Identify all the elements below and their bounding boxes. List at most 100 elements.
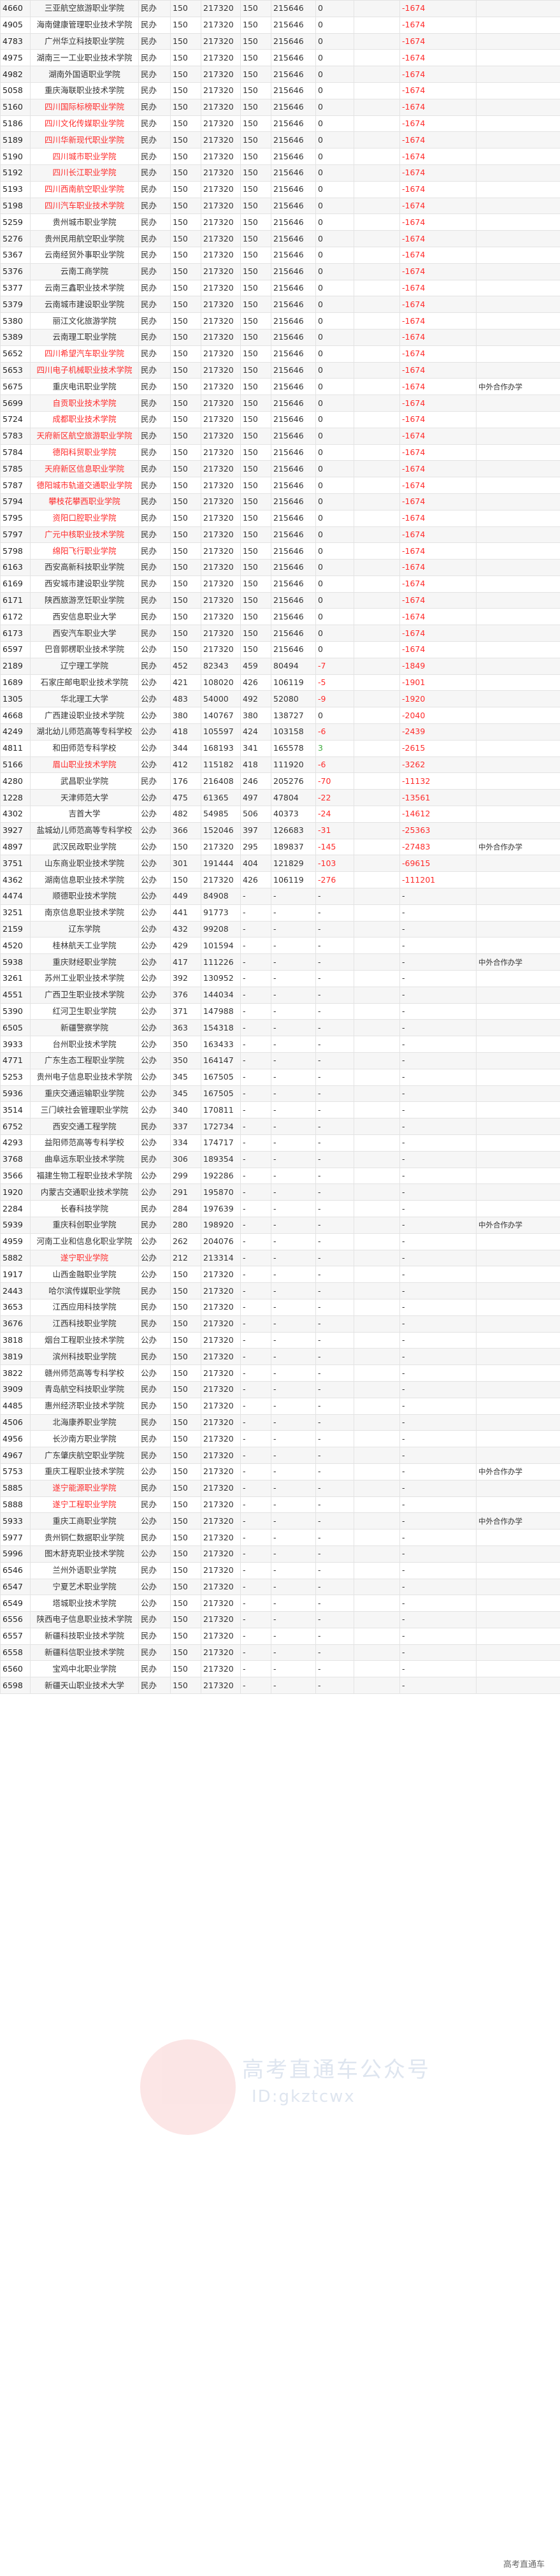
cell-col-6: - — [271, 1380, 316, 1398]
mascot-icon — [140, 2039, 236, 2135]
cell-col-8 — [354, 1183, 400, 1201]
cell-col-7: - — [315, 1627, 354, 1645]
cell-col-2: 民办 — [138, 1282, 171, 1299]
cell-col-5: - — [240, 1479, 271, 1497]
cell-col-2: 公办 — [138, 986, 171, 1004]
cell-col-9: -111201 — [399, 871, 477, 889]
table-row: 5192 四川长江职业学院 民办 150 217320 150 215646 0 -1674 — [0, 164, 560, 182]
cell-col-10 — [476, 1529, 560, 1546]
cell-col-4: 174717 — [201, 1134, 241, 1152]
cell-col-8 — [354, 1118, 400, 1135]
cell-col-9: - — [399, 970, 477, 987]
cell-col-8 — [354, 477, 400, 494]
cell-col-4: 217320 — [201, 279, 241, 297]
cell-col-0: 5367 — [0, 246, 31, 264]
cell-col-9: -1674 — [399, 82, 477, 99]
cell-col-0: 5189 — [0, 131, 31, 149]
cell-col-3: 212 — [170, 1249, 201, 1267]
cell-col-6: 215646 — [271, 33, 316, 50]
cell-col-9: -1674 — [399, 246, 477, 264]
cell-col-9: - — [399, 1118, 477, 1135]
cell-col-6: 215646 — [271, 98, 316, 116]
table-row: 5977 贵州铜仁数据职业学院 民办 150 217320- - - - — [0, 1529, 560, 1546]
cell-col-6: - — [271, 1397, 316, 1415]
cell-col-3: 150 — [170, 33, 201, 50]
cell-col-7: 0 — [315, 641, 354, 658]
cell-col-8 — [354, 1036, 400, 1053]
cell-col-8 — [354, 164, 400, 182]
cell-col-0: 1228 — [0, 789, 31, 807]
cell-col-3: 150 — [170, 1364, 201, 1382]
cell-col-4: 217320 — [201, 1479, 241, 1497]
cell-col-9: -1674 — [399, 378, 477, 396]
table-row: 5160 四川国际标榜职业学院 民办 150 217320 150 215646 0 -1674 — [0, 98, 560, 116]
cell-col-8 — [354, 772, 400, 790]
cell-col-9: -1674 — [399, 0, 477, 17]
cell-col-5: 426 — [240, 871, 271, 889]
table-row: 5699 自贡职业技术学院 民办 150 217320 150 215646 0 -1674 — [0, 394, 560, 412]
cell-col-1: 陕西电子信息职业技术学院 — [30, 1611, 139, 1628]
cell-col-9: - — [399, 1200, 477, 1217]
cell-col-9: -1674 — [399, 328, 477, 346]
cell-col-4: 163433 — [201, 1036, 241, 1053]
cell-col-10 — [476, 772, 560, 790]
cell-col-10 — [476, 115, 560, 133]
cell-col-6: - — [271, 1249, 316, 1267]
cell-col-3: 150 — [170, 871, 201, 889]
cell-col-4: 217320 — [201, 312, 241, 329]
cell-col-1: 烟台工程职业技术学院 — [30, 1331, 139, 1349]
cell-col-9: - — [399, 1595, 477, 1612]
cell-col-5: - — [240, 1529, 271, 1546]
cell-col-3: 452 — [170, 657, 201, 675]
cell-col-4: 217320 — [201, 641, 241, 658]
cell-col-5: - — [240, 1315, 271, 1333]
cell-col-10 — [476, 1101, 560, 1119]
cell-col-10: 中外合作办学 — [476, 1512, 560, 1530]
cell-col-10 — [476, 1660, 560, 1678]
cell-col-3: 150 — [170, 361, 201, 379]
cell-col-2: 民办 — [138, 1118, 171, 1135]
cell-col-8 — [354, 608, 400, 626]
cell-col-3: 150 — [170, 1348, 201, 1366]
cell-col-9: - — [399, 1134, 477, 1152]
cell-col-5: 150 — [240, 148, 271, 165]
cell-col-7: - — [315, 1496, 354, 1514]
cell-col-4: 217320 — [201, 1331, 241, 1349]
cell-col-7: - — [315, 1414, 354, 1431]
cell-col-10 — [476, 246, 560, 264]
cell-col-2: 民办 — [138, 296, 171, 314]
cell-col-7: - — [315, 1101, 354, 1119]
cell-col-0: 6752 — [0, 1118, 31, 1135]
cell-col-6: - — [271, 1529, 316, 1546]
cell-col-4: 217320 — [201, 230, 241, 247]
cell-col-2: 民办 — [138, 1298, 171, 1316]
cell-col-3: 150 — [170, 1430, 201, 1448]
cell-col-7: - — [315, 920, 354, 938]
cell-col-4: 217320 — [201, 591, 241, 609]
cell-col-5: 492 — [240, 690, 271, 708]
cell-col-6: - — [271, 1036, 316, 1053]
table-row: 4982 湖南外国语职业学院 民办 150 217320 150 215646 0 -1674 — [0, 66, 560, 83]
cell-col-10 — [476, 16, 560, 34]
cell-col-7: - — [315, 1660, 354, 1678]
table-row: 2159 辽东学院 公办 432 99208- - - - — [0, 920, 560, 938]
cell-col-3: 150 — [170, 410, 201, 428]
cell-col-9: -1674 — [399, 180, 477, 198]
cell-col-10 — [476, 641, 560, 658]
cell-col-4: 217320 — [201, 98, 241, 116]
cell-col-2: 民办 — [138, 1677, 171, 1695]
cell-col-4: 217320 — [201, 33, 241, 50]
cell-col-9: - — [399, 937, 477, 955]
cell-col-7: 0 — [315, 246, 354, 264]
cell-col-3: 150 — [170, 394, 201, 412]
cell-col-9: -1674 — [399, 263, 477, 280]
cell-col-7: -276 — [315, 871, 354, 889]
cell-col-2: 民办 — [138, 1529, 171, 1546]
cell-col-5: - — [240, 1233, 271, 1250]
cell-col-3: 421 — [170, 674, 201, 691]
cell-col-10 — [476, 542, 560, 560]
cell-col-3: 150 — [170, 1611, 201, 1628]
cell-col-9: - — [399, 1150, 477, 1168]
cell-col-5: - — [240, 1496, 271, 1514]
cell-col-6: - — [271, 1479, 316, 1497]
